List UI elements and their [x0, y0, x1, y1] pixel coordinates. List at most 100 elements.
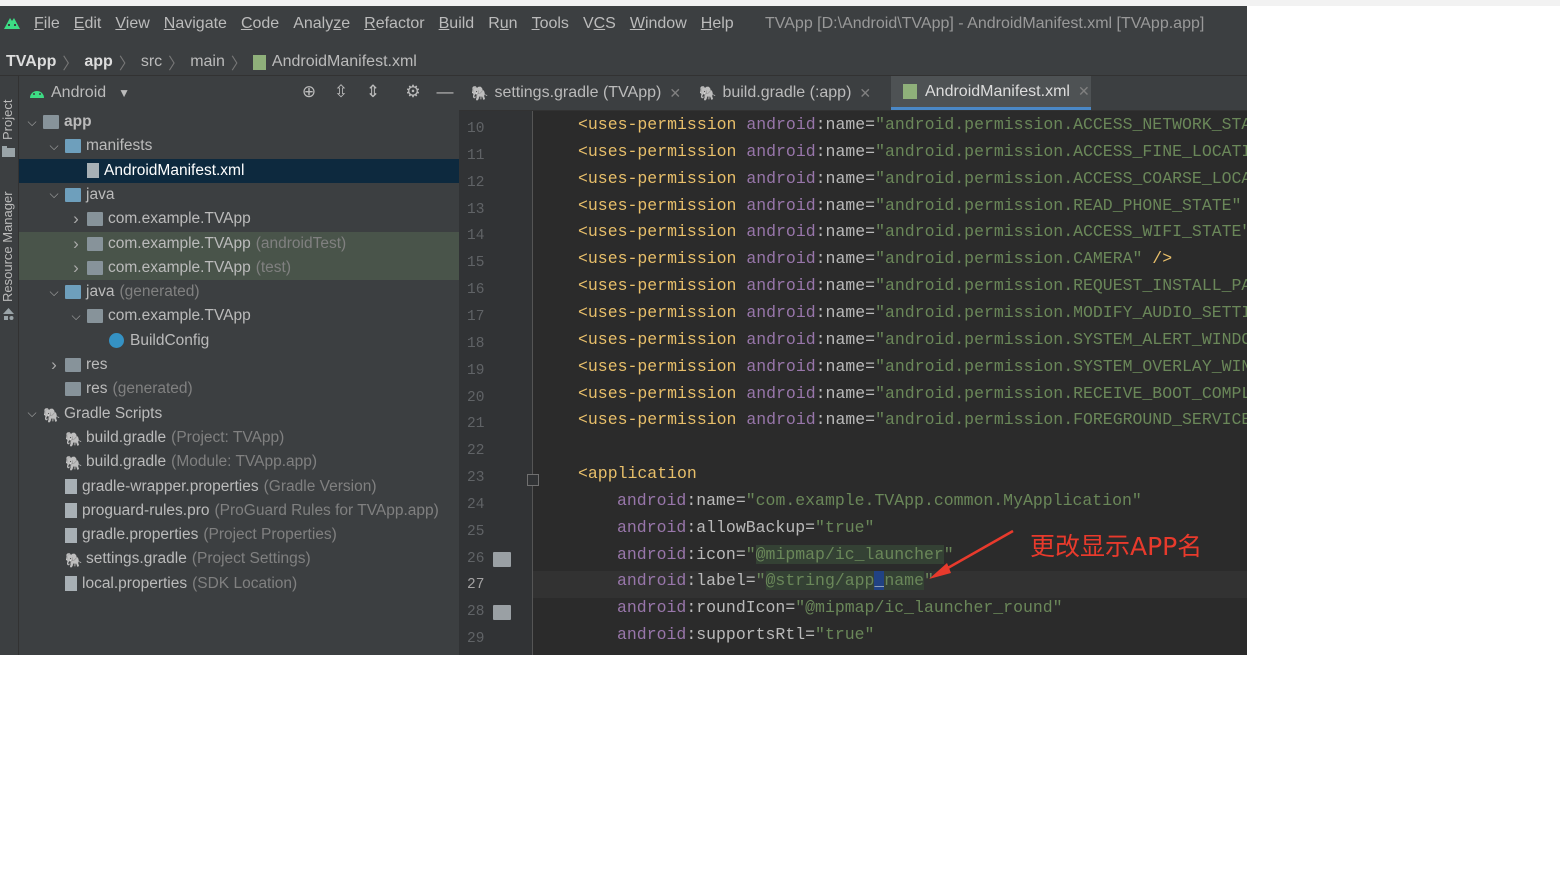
tree-item[interactable]: › com.example.TVApp	[19, 207, 509, 231]
tree-item[interactable]: › com.example.TVApp (androidTest)	[19, 231, 509, 256]
menu-edit[interactable]: Edit	[74, 15, 102, 33]
class-icon	[109, 333, 124, 349]
tree-item[interactable]: ⌵ com.example.TVApp	[19, 304, 509, 328]
tree-item[interactable]: ⌵ java (generated)	[19, 280, 487, 304]
code-token: "android.permission.ACCESS_WIFI_STATE"	[875, 222, 1247, 242]
code-line: android:roundIcon="@mipmap/ic_launcher_r…	[617, 594, 1063, 621]
tree-item-label: com.example.TVApp	[108, 258, 251, 276]
code-token: "android.permission.CAMERA"	[875, 249, 1143, 269]
breadcrumb-item[interactable]: TVApp	[6, 53, 56, 71]
tree-item[interactable]: res (generated)	[19, 377, 487, 401]
menu-file[interactable]: File	[34, 15, 60, 33]
chevron-right-icon[interactable]: ›	[47, 355, 61, 375]
tree-item[interactable]: ⌵ java	[19, 183, 487, 207]
gradle-icon: 🐘	[471, 84, 489, 101]
code-token: "android.permission.SYSTEM_ALERT_WINDOW"	[875, 329, 1247, 349]
code-token: "android.permission.RECEIVE_BOOT_COMPLET…	[875, 383, 1247, 403]
chevron-right-icon[interactable]: ›	[69, 209, 83, 229]
tree-item[interactable]: proguard-rules.pro (ProGuard Rules for TV…	[19, 499, 487, 523]
code-token: <uses-permission	[578, 356, 747, 376]
tree-item-hint: (Module: TVApp.app)	[171, 453, 318, 471]
code-token: :icon=	[686, 544, 746, 564]
hide-panel-icon[interactable]: —	[435, 82, 455, 102]
tree-item[interactable]: 🐘 build.gradle (Project: TVApp)	[19, 426, 487, 450]
tree-item[interactable]: › res	[19, 353, 487, 377]
menu-window[interactable]: Window	[630, 15, 687, 33]
tree-item[interactable]: AndroidManifest.xml	[19, 158, 509, 183]
tree-item[interactable]: ⌵ manifests	[19, 134, 487, 158]
menu-vcs[interactable]: VCS	[583, 15, 616, 33]
close-icon[interactable]: ✕	[1078, 83, 1090, 100]
menu-run[interactable]: Run	[488, 15, 517, 33]
breadcrumb-separator-icon: 〉	[230, 56, 247, 73]
editor-tab-label: build.gradle (:app)	[722, 84, 852, 101]
chevron-down-icon[interactable]: ⌵	[25, 406, 39, 421]
text-file-icon	[65, 503, 77, 519]
editor-tab[interactable]: 🐘 build.gradle (:app) ✕	[697, 76, 883, 110]
breadcrumb-item[interactable]: src	[141, 53, 162, 71]
image-preview-icon[interactable]	[493, 605, 511, 621]
tree-item[interactable]: gradle-wrapper.properties (Gradle Version…	[19, 475, 487, 499]
editor-tab[interactable]: AndroidManifest.xml ✕	[891, 76, 1091, 110]
line-number: 28	[467, 604, 485, 621]
editor-tab[interactable]: 🐘 settings.gradle (TVApp) ✕	[469, 76, 689, 110]
tree-item[interactable]: 🐘 settings.gradle (Project Settings)	[19, 547, 487, 571]
breadcrumb-item[interactable]: app	[84, 53, 112, 71]
chevron-down-icon[interactable]: ⌵	[69, 309, 83, 324]
tree-item-label: Gradle Scripts	[64, 404, 163, 422]
tree-item-label: proguard-rules.pro	[82, 501, 210, 519]
menu-help[interactable]: Help	[701, 15, 734, 33]
close-icon[interactable]: ✕	[669, 85, 681, 102]
chevron-down-icon[interactable]: ⌵	[47, 285, 61, 300]
chevron-right-icon[interactable]: ›	[69, 258, 83, 278]
code-token: @string/app	[765, 571, 875, 591]
chevron-down-icon[interactable]: ⌵	[47, 187, 61, 202]
code-token: android	[746, 410, 816, 430]
package-icon	[87, 236, 103, 251]
tree-item-label: gradle.properties	[82, 526, 199, 544]
breadcrumb-item[interactable]: AndroidManifest.xml	[272, 53, 417, 71]
tree-item[interactable]: ⌵ app	[19, 110, 465, 134]
fold-icon[interactable]	[527, 474, 539, 487]
editor-tabs: 🐘 settings.gradle (TVApp) ✕ 🐘 build.gradle (…	[459, 76, 1247, 111]
code-token: <uses-permission	[578, 410, 747, 430]
expand-all-icon[interactable]: ⇳	[331, 82, 351, 102]
resource-manager-tool-button[interactable]: Resource Manager	[0, 191, 15, 302]
breadcrumb-item[interactable]: main	[190, 53, 225, 71]
line-number: 18	[467, 335, 485, 352]
project-view-selector[interactable]: Android ▼	[29, 84, 130, 102]
chevron-down-icon[interactable]: ⌵	[47, 139, 61, 154]
menu-build[interactable]: Build	[439, 15, 475, 33]
code-token: android	[746, 141, 816, 161]
code-token: :name=	[815, 410, 876, 430]
tree-item[interactable]: › com.example.TVApp (test)	[19, 255, 509, 280]
code-editor[interactable]: 10 11 12 13 14 15 16 17 18 19 20 21 22 23 24 25 26 27 28 29…	[459, 111, 1247, 655]
code-token: <uses-permission	[578, 276, 747, 296]
chevron-down-icon[interactable]: ⌵	[25, 115, 39, 130]
gear-icon[interactable]: ⚙	[403, 82, 423, 102]
tree-item-label: AndroidManifest.xml	[104, 161, 245, 179]
locate-file-icon[interactable]: ⊕	[299, 82, 319, 102]
menu-tools[interactable]: Tools	[532, 15, 569, 33]
menu-view[interactable]: View	[115, 15, 149, 33]
menu-navigate[interactable]: Navigate	[164, 15, 227, 33]
chevron-right-icon[interactable]: ›	[69, 234, 83, 254]
tree-item[interactable]: ⌵ 🐘 Gradle Scripts	[19, 402, 465, 426]
menu-refactor[interactable]: Refactor	[364, 15, 424, 33]
folder-blue-icon	[65, 139, 81, 154]
menu-code[interactable]: Code	[241, 15, 279, 33]
collapse-all-icon[interactable]: ⇕	[363, 82, 383, 102]
tree-item[interactable]: 🐘 build.gradle (Module: TVApp.app)	[19, 450, 487, 474]
tree-item[interactable]: local.properties (SDK Location)	[19, 572, 487, 596]
code-token: :name=	[815, 249, 876, 269]
menu-analyze[interactable]: Analyze	[293, 15, 350, 33]
resource-manager-icon	[3, 308, 14, 320]
code-line: <uses-permission android:name="android.p…	[578, 380, 1247, 407]
code-token: "	[745, 544, 756, 564]
project-tool-button[interactable]: Project	[0, 100, 15, 140]
close-icon[interactable]: ✕	[859, 85, 871, 102]
tree-item[interactable]: gradle.properties (Project Properties)	[19, 523, 487, 547]
line-number: 10	[467, 121, 485, 137]
tree-item[interactable]: BuildConfig	[19, 329, 531, 353]
image-preview-icon[interactable]	[493, 551, 511, 567]
